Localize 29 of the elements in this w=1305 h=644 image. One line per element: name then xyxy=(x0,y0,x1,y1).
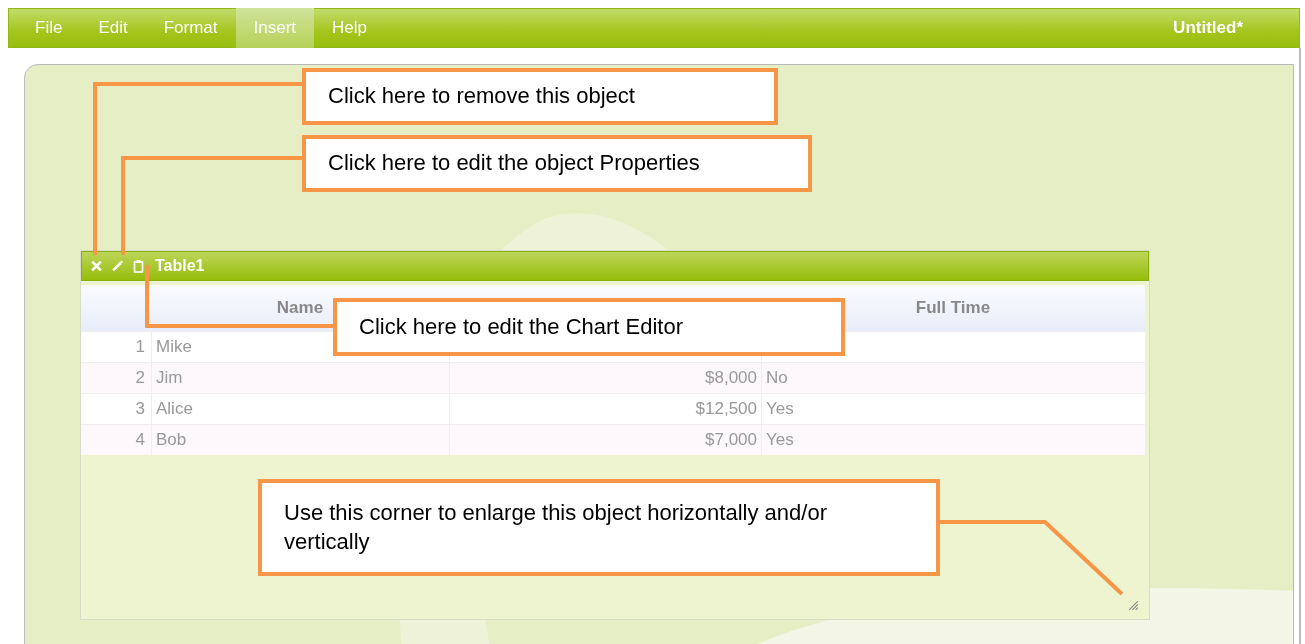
table-cell: Jim xyxy=(151,363,449,393)
row-number: 3 xyxy=(134,398,146,420)
table-cell: No xyxy=(766,368,788,388)
row-number: 4 xyxy=(134,429,146,451)
column-header: Full Time xyxy=(914,298,992,318)
row-number: 2 xyxy=(134,367,146,389)
clipboard-icon[interactable] xyxy=(132,259,145,273)
menu-item[interactable]: Format xyxy=(145,7,236,48)
document-title: Untitled* xyxy=(1173,18,1243,38)
callout: Click here to edit the object Properties xyxy=(302,135,812,192)
pencil-icon[interactable] xyxy=(111,259,124,273)
menu-item[interactable]: Insert xyxy=(235,7,315,48)
column-header: Name xyxy=(275,298,325,318)
table-cell: Yes xyxy=(766,430,794,450)
close-icon[interactable] xyxy=(90,259,103,273)
table-cell: $7,000 xyxy=(705,430,757,450)
table-cell: Bob xyxy=(151,425,449,455)
callout: Use this corner to enlarge this object horizontally and/or vertically xyxy=(258,479,940,576)
menu-item[interactable]: File xyxy=(17,7,81,48)
row-number: 1 xyxy=(134,336,146,358)
table-cell: Yes xyxy=(766,399,794,419)
table-cell: $8,000 xyxy=(705,368,757,388)
callout: Click here to edit the Chart Editor xyxy=(333,298,845,356)
menu-item[interactable]: Help xyxy=(314,7,386,48)
table-cell: $12,500 xyxy=(695,399,757,419)
menu-item[interactable]: Edit xyxy=(80,7,146,48)
callout: Click here to remove this object xyxy=(302,68,778,125)
widget-title: Table1 xyxy=(155,257,205,275)
resize-grip-icon[interactable] xyxy=(1128,600,1139,611)
